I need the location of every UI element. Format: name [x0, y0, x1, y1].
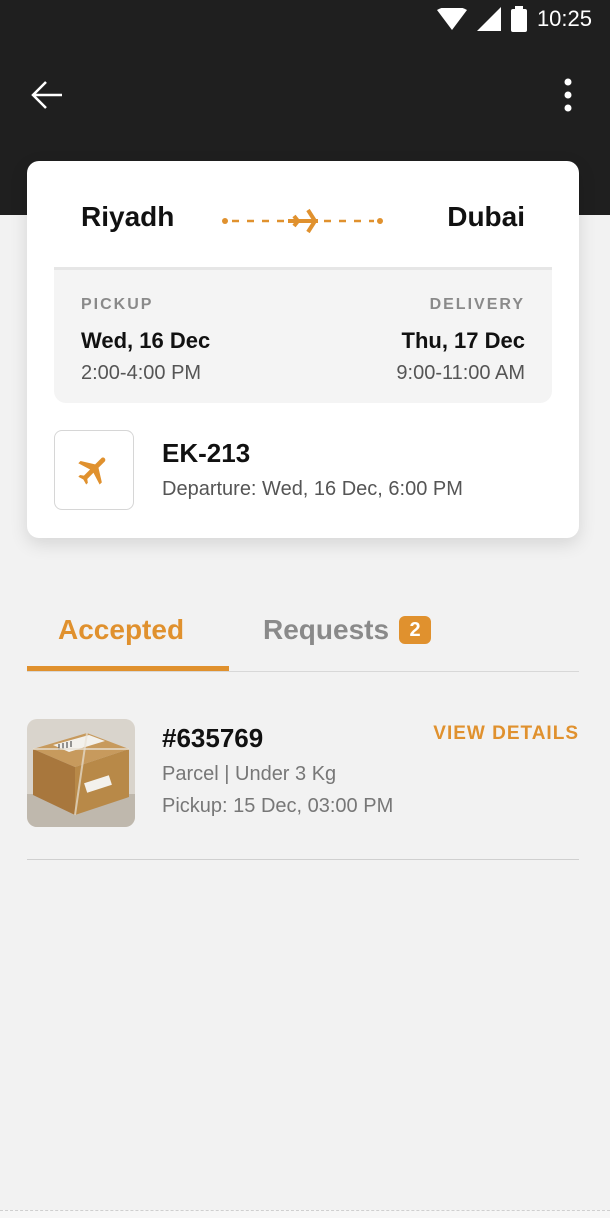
- battery-icon: [510, 6, 527, 32]
- more-vert-icon: [564, 78, 572, 112]
- status-bar: 10:25: [0, 0, 610, 42]
- trip-card: Riyadh Dubai PICKUP Wed, 16 Dec 2:00-4:0…: [27, 161, 579, 538]
- pickup-date: Wed, 16 Dec: [81, 328, 211, 353]
- route-header: Riyadh Dubai: [27, 161, 579, 269]
- parcel-thumbnail: [27, 719, 135, 827]
- pickup-info: PICKUP Wed, 16 Dec 2:00-4:00 PM: [81, 296, 210, 385]
- arrow-left-icon: [31, 81, 62, 109]
- signal-icon: [476, 7, 501, 31]
- flight-number: EK-213: [162, 438, 251, 468]
- airplane-icon: [78, 457, 106, 485]
- pickup-label: PICKUP: [81, 296, 154, 313]
- more-options-button[interactable]: [548, 74, 588, 116]
- parcel-type: Parcel | Under 3 Kg: [162, 763, 337, 785]
- route-plane-icon: [222, 208, 383, 234]
- pickup-time: 2:00-4:00 PM: [81, 362, 202, 384]
- status-time: 10:25: [536, 6, 592, 31]
- requests-count-badge: 2: [399, 616, 432, 644]
- parcel-id: #635769: [162, 723, 264, 753]
- tab-requests[interactable]: Requests 2: [263, 614, 432, 646]
- delivery-info: DELIVERY Thu, 17 Dec 9:00-11:00 AM: [396, 296, 525, 385]
- parcel-box-image: [27, 719, 135, 827]
- delivery-label: DELIVERY: [429, 296, 525, 313]
- list-item[interactable]: #635769 Parcel | Under 3 Kg Pickup: 15 D…: [27, 719, 579, 860]
- app-bar: [0, 60, 610, 130]
- tab-bar: Accepted Requests 2: [27, 600, 579, 672]
- flight-icon-box: [54, 430, 134, 510]
- wifi-icon: [436, 8, 467, 30]
- origin-city: Riyadh: [81, 201, 175, 232]
- delivery-date: Thu, 17 Dec: [401, 328, 525, 353]
- active-tab-indicator: [27, 666, 229, 671]
- tab-requests-label: Requests: [263, 614, 390, 645]
- schedule-panel: PICKUP Wed, 16 Dec 2:00-4:00 PM DELIVERY…: [54, 267, 552, 403]
- flight-departure: Departure: Wed, 16 Dec, 6:00 PM: [162, 478, 463, 500]
- view-details-button[interactable]: VIEW DETAILS: [433, 723, 579, 745]
- tab-accepted[interactable]: Accepted: [58, 614, 184, 646]
- parcel-pickup: Pickup: 15 Dec, 03:00 PM: [162, 795, 394, 817]
- bottom-edge: [0, 1210, 610, 1218]
- delivery-time: 9:00-11:00 AM: [396, 362, 525, 384]
- back-button[interactable]: [22, 74, 72, 116]
- destination-city: Dubai: [447, 201, 525, 232]
- flight-info: EK-213 Departure: Wed, 16 Dec, 6:00 PM: [54, 430, 552, 512]
